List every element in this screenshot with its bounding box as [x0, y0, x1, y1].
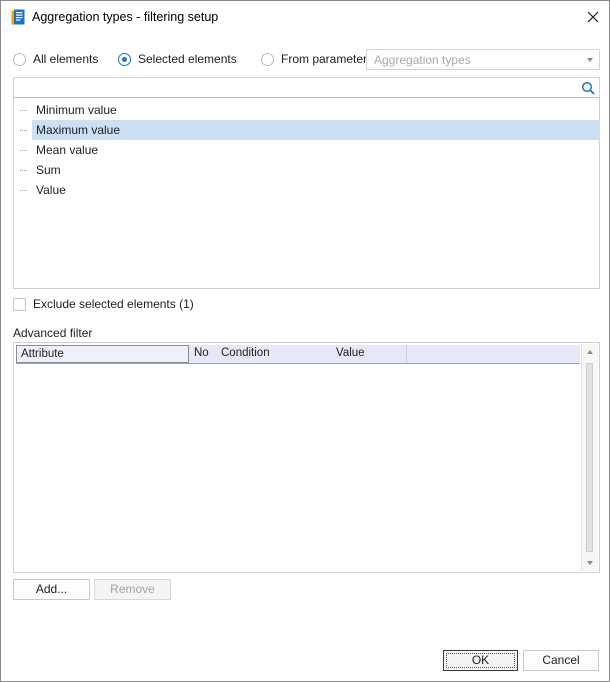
chevron-up-icon — [587, 350, 593, 354]
tree-item-minimum-value[interactable]: Minimum value — [20, 100, 600, 120]
tree-item-mean-value[interactable]: Mean value — [20, 140, 600, 160]
search-icon[interactable] — [581, 81, 595, 95]
remove-button[interactable]: Remove — [94, 579, 171, 600]
chevron-down-icon — [587, 561, 593, 565]
column-header-condition[interactable]: Condition — [217, 345, 331, 363]
elements-tree[interactable]: Minimum value Maximum value Mean value S… — [13, 98, 600, 289]
tree-item-value[interactable]: Value — [20, 180, 600, 200]
advanced-filter-grid[interactable]: Attribute No Condition Value — [13, 342, 600, 573]
checkbox-box[interactable] — [13, 297, 26, 311]
filtering-setup-dialog: Aggregation types - filtering setup All … — [0, 0, 610, 682]
radio-circle[interactable] — [261, 52, 274, 66]
vertical-scrollbar[interactable] — [581, 344, 598, 571]
column-header-attribute[interactable]: Attribute — [16, 345, 189, 363]
close-icon[interactable] — [583, 7, 603, 27]
radio-label: All elements — [33, 52, 99, 66]
tree-item-label: Value — [36, 183, 66, 197]
parameter-combo-value: Aggregation types — [374, 53, 471, 67]
tree-connector — [20, 130, 27, 131]
search-input[interactable] — [13, 77, 600, 98]
tree-connector — [20, 170, 27, 171]
tree-item-sum[interactable]: Sum — [20, 160, 600, 180]
radio-all-elements[interactable]: All elements — [13, 52, 98, 66]
radio-label: From parameter: — [281, 52, 371, 66]
radio-from-parameter[interactable]: From parameter: — [261, 52, 370, 66]
chevron-down-icon[interactable] — [587, 58, 593, 62]
focus-rectangle — [446, 653, 515, 668]
title-bar: Aggregation types - filtering setup — [1, 1, 609, 33]
scroll-up-button[interactable] — [582, 344, 598, 360]
tree-item-label: Sum — [36, 163, 61, 177]
tree-connector — [20, 110, 27, 111]
cancel-button[interactable]: Cancel — [523, 650, 599, 671]
radio-label: Selected elements — [138, 52, 237, 66]
tree-item-label: Mean value — [36, 143, 99, 157]
grid-header: Attribute No Condition Value — [16, 345, 580, 364]
advanced-filter-label: Advanced filter — [13, 326, 93, 340]
scroll-down-button[interactable] — [582, 555, 598, 571]
exclude-label: Exclude selected elements (1) — [33, 297, 194, 311]
ok-button[interactable]: OK — [443, 650, 518, 671]
tree-item-label: Maximum value — [36, 123, 121, 137]
document-icon — [11, 9, 25, 25]
scroll-thumb[interactable] — [586, 363, 593, 552]
parameter-combo[interactable]: Aggregation types — [366, 49, 600, 70]
window-title: Aggregation types - filtering setup — [32, 10, 219, 24]
column-header-no[interactable]: No — [190, 345, 216, 363]
tree-connector — [20, 190, 27, 191]
exclude-selected-checkbox[interactable]: Exclude selected elements (1) — [13, 297, 194, 311]
radio-circle[interactable] — [13, 52, 26, 66]
tree-item-maximum-value[interactable]: Maximum value — [20, 120, 600, 140]
column-header-value[interactable]: Value — [332, 345, 407, 363]
tree-item-label: Minimum value — [36, 103, 117, 117]
tree-connector — [20, 150, 27, 151]
radio-circle-checked[interactable] — [118, 52, 131, 66]
radio-selected-elements[interactable]: Selected elements — [118, 52, 237, 66]
add-button[interactable]: Add... — [13, 579, 90, 600]
